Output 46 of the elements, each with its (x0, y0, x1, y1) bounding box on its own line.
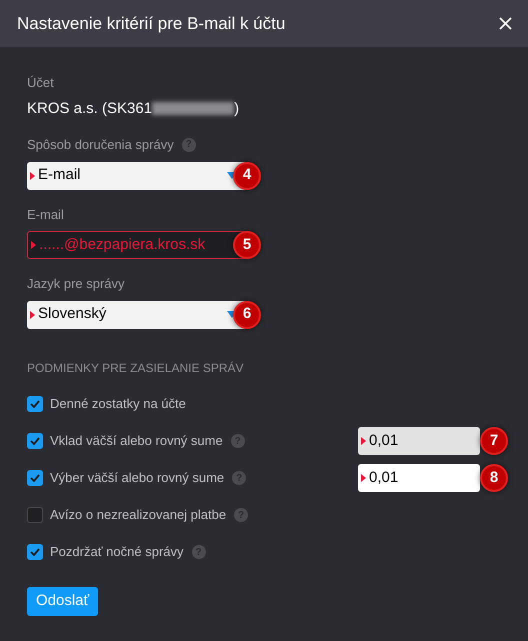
option-label: Pozdržať nočné správy (50, 543, 184, 562)
checkbox[interactable] (27, 396, 43, 412)
option-label: Avízo o nezrealizovanej platbe (50, 506, 226, 524)
callout-badge: 8 (480, 464, 508, 492)
dialog-title: Nastavenie kritérií pre B-mail k účtu (17, 12, 286, 35)
required-marker-icon (361, 437, 366, 445)
option-label: Denné zostatky na účte (50, 395, 186, 414)
checkbox[interactable] (27, 433, 43, 449)
field-value: ......@bezpapiera.kros.sk (39, 234, 206, 255)
checkmark-icon (30, 548, 40, 556)
checkbox[interactable] (27, 507, 43, 523)
checkbox[interactable] (27, 544, 43, 560)
account-value-end: ) (234, 98, 240, 118)
required-marker-icon (30, 172, 35, 180)
callout-badge: 6 (233, 300, 261, 328)
required-marker-icon (31, 241, 36, 249)
checkbox[interactable] (27, 470, 43, 486)
field-label: Spôsob doručenia správy (27, 136, 174, 154)
required-marker-icon (361, 474, 366, 482)
help-icon[interactable]: ? (230, 434, 245, 448)
help-icon[interactable]: ? (234, 508, 248, 522)
callout-badge: 7 (480, 427, 508, 455)
field-value: E-mail (38, 165, 82, 186)
amount-value: 0,01 (369, 468, 398, 488)
amount-field[interactable]: 0,01 (358, 464, 480, 492)
amount-value: 0,01 (369, 430, 398, 451)
help-icon[interactable]: ? (232, 471, 246, 485)
callout-badge: 5 (233, 231, 261, 259)
option-label: Výber väčší alebo rovný sume (50, 469, 224, 488)
help-icon[interactable]: ? (182, 138, 196, 152)
field-value: Slovenský (38, 304, 108, 324)
amount-field[interactable]: 0,01 (358, 427, 480, 455)
section-title: PODMIENKY PRE ZASIELANIE SPRÁV (27, 360, 245, 376)
checkmark-icon (30, 400, 40, 408)
submit-button[interactable]: Odoslať (27, 586, 98, 616)
checkmark-icon (30, 437, 40, 445)
field-label: E-mail (27, 206, 64, 224)
field-label: Jazyk pre správy (27, 275, 125, 293)
account-label: Účet (27, 74, 55, 92)
close-icon[interactable] (499, 17, 512, 30)
callout-badge: 4 (233, 162, 261, 190)
required-marker-icon (30, 310, 35, 318)
account-value: KROS a.s. (SK361 (27, 98, 152, 118)
help-icon[interactable]: ? (192, 545, 206, 559)
checkmark-icon (30, 474, 40, 482)
option-label: Vklad väčší alebo rovný sume (50, 432, 223, 450)
